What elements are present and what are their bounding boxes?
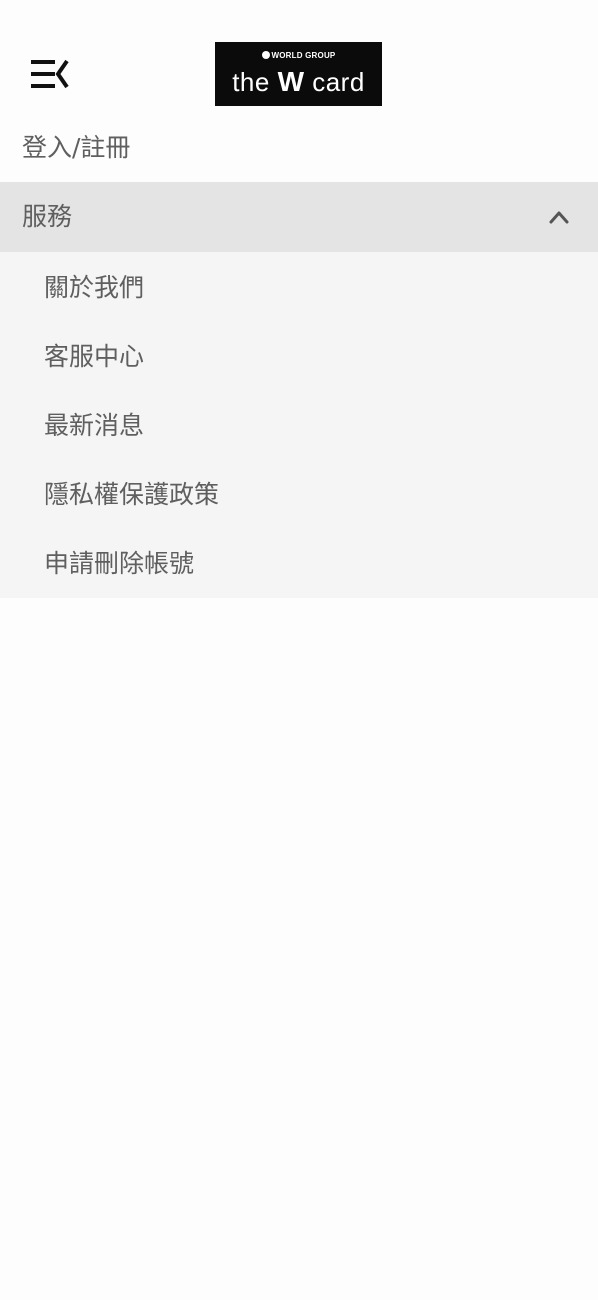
submenu-item-customer-service[interactable]: 客服中心 xyxy=(44,337,144,377)
chevron-up-icon xyxy=(548,208,570,226)
submenu-item-about-us[interactable]: 關於我們 xyxy=(44,268,144,308)
logo-brand-line: WORLD GROUP xyxy=(215,51,382,61)
logo-wordmark: the W card xyxy=(232,66,365,97)
world-group-mark-icon xyxy=(261,51,270,59)
the-w-card-logo[interactable]: WORLD GROUP the W card xyxy=(215,42,382,106)
login-register-link[interactable]: 登入/註冊 xyxy=(22,128,130,168)
menu-collapse-icon[interactable] xyxy=(28,56,72,96)
submenu-item-latest-news[interactable]: 最新消息 xyxy=(44,406,144,446)
services-section-title: 服務 xyxy=(22,202,73,231)
submenu-item-delete-account[interactable]: 申請刪除帳號 xyxy=(44,544,194,584)
submenu-item-privacy-policy[interactable]: 隱私權保護政策 xyxy=(44,475,219,515)
app-header: WORLD GROUP the W card xyxy=(0,0,598,118)
services-section-toggle[interactable]: 服務 xyxy=(0,182,598,252)
services-submenu: 關於我們 客服中心 最新消息 隱私權保護政策 申請刪除帳號 xyxy=(0,252,598,598)
